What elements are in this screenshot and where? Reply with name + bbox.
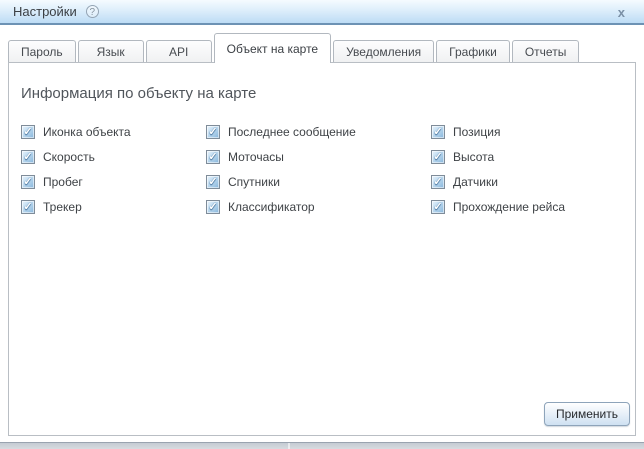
check-row-trip-progress[interactable]: ✓ Прохождение рейса xyxy=(431,194,631,219)
checkbox-speed[interactable]: ✓ xyxy=(21,149,35,164)
checkbox-label: Датчики xyxy=(453,174,498,189)
apply-button[interactable]: Применить xyxy=(543,402,630,426)
check-row-satellites[interactable]: ✓ Спутники xyxy=(206,169,431,194)
check-row-sensors[interactable]: ✓ Датчики xyxy=(431,169,631,194)
settings-panel: Информация по объекту на карте ✓ Иконка … xyxy=(8,62,636,436)
dialog-title: Настройки xyxy=(13,4,77,19)
checkbox-label: Моточасы xyxy=(228,149,284,164)
checkbox-column-2: ✓ Последнее сообщение ✓ Моточасы ✓ Спутн… xyxy=(206,119,431,219)
panel-heading: Информация по объекту на карте xyxy=(21,85,257,102)
check-row-speed[interactable]: ✓ Скорость xyxy=(21,144,206,169)
check-row-mileage[interactable]: ✓ Пробег xyxy=(21,169,206,194)
tab-object-on-map[interactable]: Объект на карте xyxy=(213,33,332,63)
checkbox-label: Последнее сообщение xyxy=(228,124,356,139)
checkbox-engine-hours[interactable]: ✓ xyxy=(206,149,220,164)
checkbox-object-icon[interactable]: ✓ xyxy=(21,124,35,139)
check-row-altitude[interactable]: ✓ Высота xyxy=(431,144,631,169)
check-row-position[interactable]: ✓ Позиция xyxy=(431,119,631,144)
checkbox-tracker[interactable]: ✓ xyxy=(21,199,35,214)
background-page-strip xyxy=(0,442,644,449)
close-icon[interactable]: x xyxy=(618,5,625,20)
help-icon[interactable]: ? xyxy=(85,5,99,18)
check-row-last-message[interactable]: ✓ Последнее сообщение xyxy=(206,119,431,144)
checkbox-position[interactable]: ✓ xyxy=(431,124,445,139)
tab-charts[interactable]: Графики xyxy=(436,40,510,62)
checkbox-classifier[interactable]: ✓ xyxy=(206,199,220,214)
checkbox-label: Иконка объекта xyxy=(43,124,131,139)
checkbox-last-message[interactable]: ✓ xyxy=(206,124,220,139)
check-row-object-icon[interactable]: ✓ Иконка объекта xyxy=(21,119,206,144)
check-row-engine-hours[interactable]: ✓ Моточасы xyxy=(206,144,431,169)
checkbox-label: Скорость xyxy=(43,149,95,164)
tab-api[interactable]: API xyxy=(145,40,212,62)
tab-strip: Пароль Язык API Объект на карте Уведомле… xyxy=(8,33,636,63)
checkbox-label: Спутники xyxy=(228,174,280,189)
checkbox-altitude[interactable]: ✓ xyxy=(431,149,445,164)
checkbox-column-1: ✓ Иконка объекта ✓ Скорость ✓ Пробег ✓ Т… xyxy=(21,119,206,219)
tab-notifications[interactable]: Уведомления xyxy=(333,40,435,62)
checkbox-label: Трекер xyxy=(43,199,82,214)
check-row-classifier[interactable]: ✓ Классификатор xyxy=(206,194,431,219)
tab-language[interactable]: Язык xyxy=(77,40,144,62)
checkbox-label: Пробег xyxy=(43,174,83,189)
checkbox-trip-progress[interactable]: ✓ xyxy=(431,199,445,214)
checkbox-label: Позиция xyxy=(453,124,501,139)
check-row-tracker[interactable]: ✓ Трекер xyxy=(21,194,206,219)
checkbox-satellites[interactable]: ✓ xyxy=(206,174,220,189)
checkbox-column-3: ✓ Позиция ✓ Высота ✓ Датчики ✓ Прохожден… xyxy=(431,119,631,219)
checkbox-label: Классификатор xyxy=(228,199,315,214)
dialog-titlebar: Настройки ? x xyxy=(0,0,644,25)
background-seam xyxy=(288,443,290,449)
tab-password[interactable]: Пароль xyxy=(8,40,76,62)
checkbox-label: Прохождение рейса xyxy=(453,199,566,214)
tab-reports[interactable]: Отчеты xyxy=(511,40,580,62)
checkbox-sensors[interactable]: ✓ xyxy=(431,174,445,189)
checkbox-mileage[interactable]: ✓ xyxy=(21,174,35,189)
checkbox-label: Высота xyxy=(453,149,495,164)
